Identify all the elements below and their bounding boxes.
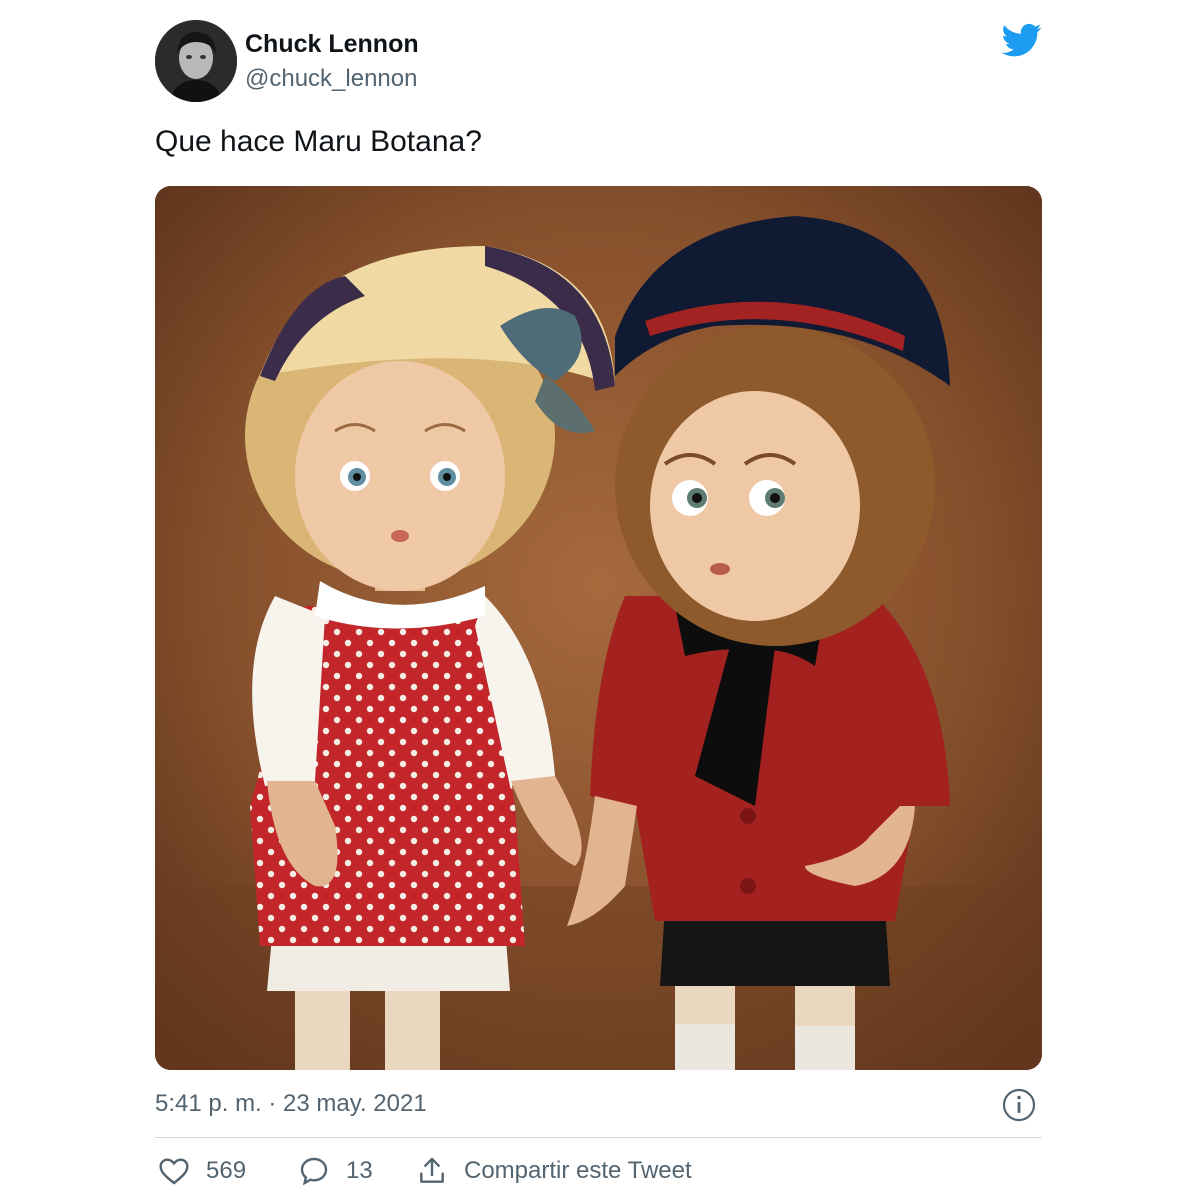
tweet-photo[interactable] bbox=[155, 186, 1042, 1070]
like-button[interactable]: 569 bbox=[158, 1155, 246, 1187]
reply-button[interactable]: 13 bbox=[298, 1155, 373, 1187]
heart-icon bbox=[159, 1158, 189, 1185]
like-count: 569 bbox=[206, 1157, 247, 1184]
info-icon[interactable] bbox=[1002, 1088, 1036, 1122]
divider bbox=[155, 1137, 1042, 1138]
tweet-timestamp[interactable]: 5:41 p. m. · 23 may. 2021 bbox=[155, 1090, 427, 1118]
reply-count: 13 bbox=[346, 1157, 373, 1184]
tweet-card: Chuck Lennon @chuck_lennon Que hace Maru… bbox=[0, 0, 1200, 1200]
user-handle[interactable]: @chuck_lennon bbox=[245, 65, 417, 93]
display-name[interactable]: Chuck Lennon bbox=[245, 30, 419, 59]
share-button[interactable]: Compartir este Tweet bbox=[416, 1155, 692, 1187]
share-icon bbox=[420, 1157, 444, 1183]
avatar[interactable] bbox=[155, 20, 237, 102]
tweet-text: Que hace Maru Botana? bbox=[155, 125, 482, 158]
share-label: Compartir este Tweet bbox=[464, 1157, 692, 1184]
twitter-bird-icon[interactable] bbox=[1000, 20, 1044, 60]
comment-icon bbox=[300, 1157, 328, 1186]
